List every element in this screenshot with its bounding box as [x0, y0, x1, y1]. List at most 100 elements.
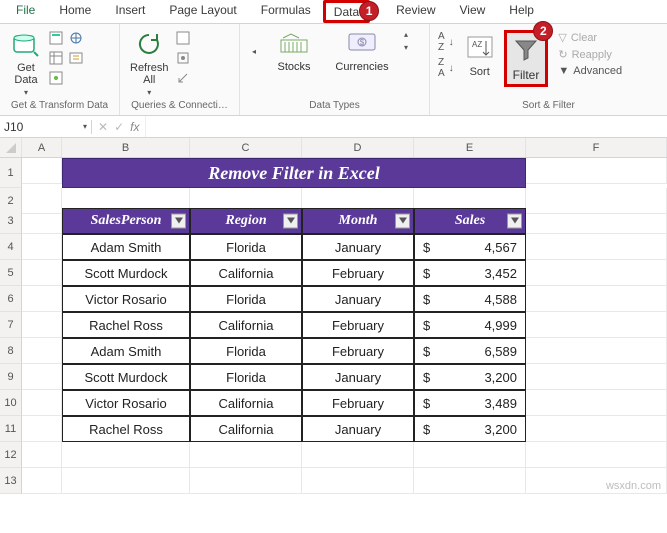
row-header[interactable]: 3 [0, 208, 22, 234]
cell[interactable] [526, 208, 667, 234]
existing-conn-icon[interactable] [48, 70, 64, 86]
cell[interactable] [414, 442, 526, 468]
from-text-icon[interactable] [48, 30, 64, 46]
table-cell-sales[interactable]: $6,589 [414, 338, 526, 364]
row-header[interactable]: 13 [0, 468, 22, 494]
fx-icon[interactable]: fx [130, 120, 139, 134]
cell[interactable] [526, 312, 667, 338]
table-cell-month[interactable]: February [302, 260, 414, 286]
col-f[interactable]: F [526, 138, 667, 157]
table-cell-month[interactable]: February [302, 390, 414, 416]
table-cell-month[interactable]: January [302, 416, 414, 442]
row-header[interactable]: 5 [0, 260, 22, 286]
cell[interactable] [414, 468, 526, 494]
cancel-icon[interactable]: ✕ [98, 120, 108, 134]
tab-view[interactable]: View [448, 0, 498, 23]
recent-sources-icon[interactable] [68, 50, 84, 66]
table-cell-month[interactable]: January [302, 286, 414, 312]
from-web-icon[interactable] [68, 30, 84, 46]
cell[interactable] [526, 260, 667, 286]
row-header[interactable]: 9 [0, 364, 22, 390]
tab-page-layout[interactable]: Page Layout [157, 0, 248, 23]
queries-icon[interactable] [175, 30, 191, 46]
table-cell-salesperson[interactable]: Scott Murdock [62, 260, 190, 286]
cell[interactable] [190, 442, 302, 468]
cell[interactable] [526, 442, 667, 468]
table-cell-salesperson[interactable]: Victor Rosario [62, 390, 190, 416]
properties-icon[interactable] [175, 50, 191, 66]
tab-help[interactable]: Help [497, 0, 546, 23]
advanced-filter-button[interactable]: ▼Advanced [556, 64, 624, 78]
cell[interactable] [22, 158, 62, 184]
col-e[interactable]: E [414, 138, 526, 157]
table-cell-salesperson[interactable]: Adam Smith [62, 234, 190, 260]
table-cell-sales[interactable]: $3,200 [414, 416, 526, 442]
table-cell-month[interactable]: February [302, 312, 414, 338]
table-cell-sales[interactable]: $3,200 [414, 364, 526, 390]
enter-icon[interactable]: ✓ [114, 120, 124, 134]
row-header[interactable]: 12 [0, 442, 22, 468]
cell[interactable] [302, 468, 414, 494]
reapply-button[interactable]: ↻Reapply [556, 47, 624, 62]
table-cell-region[interactable]: Florida [190, 338, 302, 364]
tab-insert[interactable]: Insert [103, 0, 157, 23]
table-cell-region[interactable]: California [190, 260, 302, 286]
table-cell-month[interactable]: February [302, 338, 414, 364]
cell[interactable] [22, 390, 62, 416]
table-header-sales[interactable]: Sales [414, 208, 526, 234]
table-header-salesperson[interactable]: SalesPerson [62, 208, 190, 234]
table-cell-salesperson[interactable]: Rachel Ross [62, 416, 190, 442]
table-cell-region[interactable]: Florida [190, 286, 302, 312]
table-header-region[interactable]: Region [190, 208, 302, 234]
tab-review[interactable]: Review [384, 0, 447, 23]
col-c[interactable]: C [190, 138, 302, 157]
cell[interactable] [22, 208, 62, 234]
table-cell-sales[interactable]: $3,489 [414, 390, 526, 416]
get-data-button[interactable]: Get Data ▾ [6, 26, 46, 99]
cell[interactable] [22, 416, 62, 442]
row-header[interactable]: 7 [0, 312, 22, 338]
filter-button[interactable]: 2 Filter [504, 30, 549, 87]
cell[interactable] [526, 338, 667, 364]
cell[interactable] [22, 442, 62, 468]
cell[interactable] [526, 234, 667, 260]
clear-filter-button[interactable]: ▽Clear [556, 30, 624, 45]
table-cell-sales[interactable]: $4,567 [414, 234, 526, 260]
cell[interactable] [526, 416, 667, 442]
select-all-triangle[interactable] [0, 138, 22, 157]
sort-asc-button[interactable]: AZ↓ [436, 30, 456, 54]
page-title[interactable]: Remove Filter in Excel [62, 158, 526, 188]
formula-input[interactable] [145, 116, 667, 137]
row-header[interactable]: 10 [0, 390, 22, 416]
cell[interactable] [62, 442, 190, 468]
currencies-button[interactable]: $ Currencies [332, 30, 392, 73]
table-cell-region[interactable]: California [190, 390, 302, 416]
name-box[interactable]: J10 ▾ [0, 120, 92, 134]
filter-dropdown-month[interactable] [395, 214, 410, 229]
scroll-left-icon[interactable]: ◂ [252, 47, 256, 56]
cell[interactable] [22, 364, 62, 390]
row-header[interactable]: 11 [0, 416, 22, 442]
row-header[interactable]: 4 [0, 234, 22, 260]
table-cell-sales[interactable]: $3,452 [414, 260, 526, 286]
row-header[interactable]: 8 [0, 338, 22, 364]
cell[interactable] [190, 468, 302, 494]
table-cell-sales[interactable]: $4,588 [414, 286, 526, 312]
filter-dropdown-sales[interactable] [507, 214, 522, 229]
cell[interactable] [22, 260, 62, 286]
filter-dropdown-region[interactable] [283, 214, 298, 229]
sort-button[interactable]: AZ Sort [460, 30, 500, 80]
col-a[interactable]: A [22, 138, 62, 157]
col-d[interactable]: D [302, 138, 414, 157]
cell[interactable] [302, 442, 414, 468]
cell[interactable] [22, 338, 62, 364]
tab-home[interactable]: Home [47, 0, 103, 23]
refresh-all-button[interactable]: Refresh All ▾ [126, 26, 173, 99]
cell[interactable] [22, 234, 62, 260]
table-cell-sales[interactable]: $4,999 [414, 312, 526, 338]
row-header[interactable]: 6 [0, 286, 22, 312]
table-cell-salesperson[interactable]: Victor Rosario [62, 286, 190, 312]
table-cell-region[interactable]: California [190, 312, 302, 338]
stocks-button[interactable]: Stocks [264, 30, 324, 73]
table-header-month[interactable]: Month [302, 208, 414, 234]
